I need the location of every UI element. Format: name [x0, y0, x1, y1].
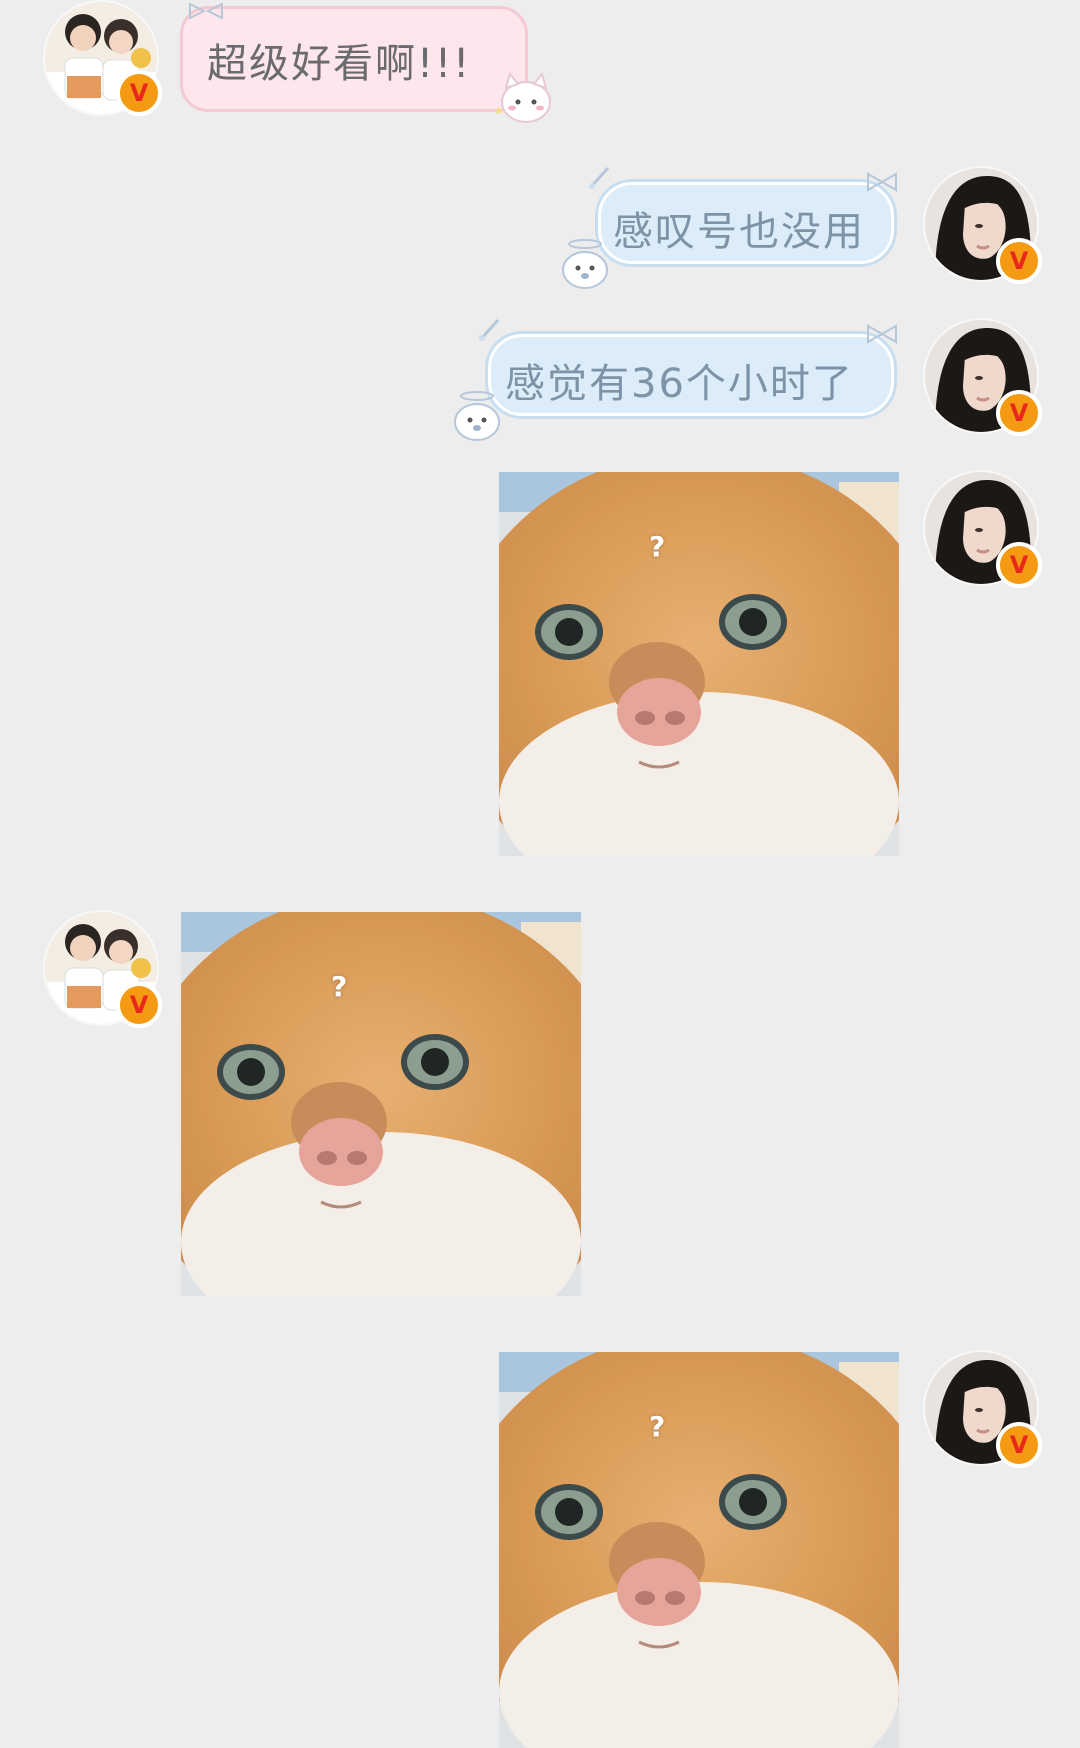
verified-badge-icon: V: [116, 70, 162, 116]
bow-deco-icon: [189, 2, 223, 20]
message-bubble-self[interactable]: 感叹号也没用: [598, 182, 894, 264]
message-text: 感觉有36个小时了: [505, 361, 854, 407]
sticker-overlay-text: ?: [649, 530, 666, 563]
bow-deco-icon: [867, 172, 897, 192]
message-bubble-other[interactable]: 超级好看啊!!!: [180, 6, 528, 112]
verified-badge-icon: V: [996, 542, 1042, 588]
sticker-overlay-text: ?: [649, 1410, 666, 1443]
cat-question-sticker[interactable]: ?: [499, 472, 899, 856]
cat-question-sticker[interactable]: ?: [181, 912, 581, 1296]
bow-deco-icon: [867, 324, 897, 344]
angel-puppy-sticker-icon: [454, 391, 500, 441]
chat-thread: V 超级好看啊!!! V 感叹号也没用 V 感觉有36个小时了 V ? V ? …: [0, 0, 1080, 1748]
sparkle-deco-icon: [478, 318, 500, 342]
cat-question-sticker[interactable]: ?: [499, 1352, 899, 1748]
angel-puppy-sticker-icon: [562, 239, 608, 289]
message-bubble-self[interactable]: 感觉有36个小时了: [488, 334, 894, 416]
verified-badge-icon: V: [996, 390, 1042, 436]
message-text: 感叹号也没用: [613, 209, 865, 255]
sticker-overlay-text: ?: [331, 970, 348, 1003]
message-text: 超级好看啊!!!: [207, 41, 472, 87]
kitten-sticker-icon: [494, 71, 551, 123]
verified-badge-icon: V: [996, 1422, 1042, 1468]
verified-badge-icon: V: [116, 982, 162, 1028]
verified-badge-icon: V: [996, 238, 1042, 284]
sparkle-deco-icon: [588, 166, 610, 190]
